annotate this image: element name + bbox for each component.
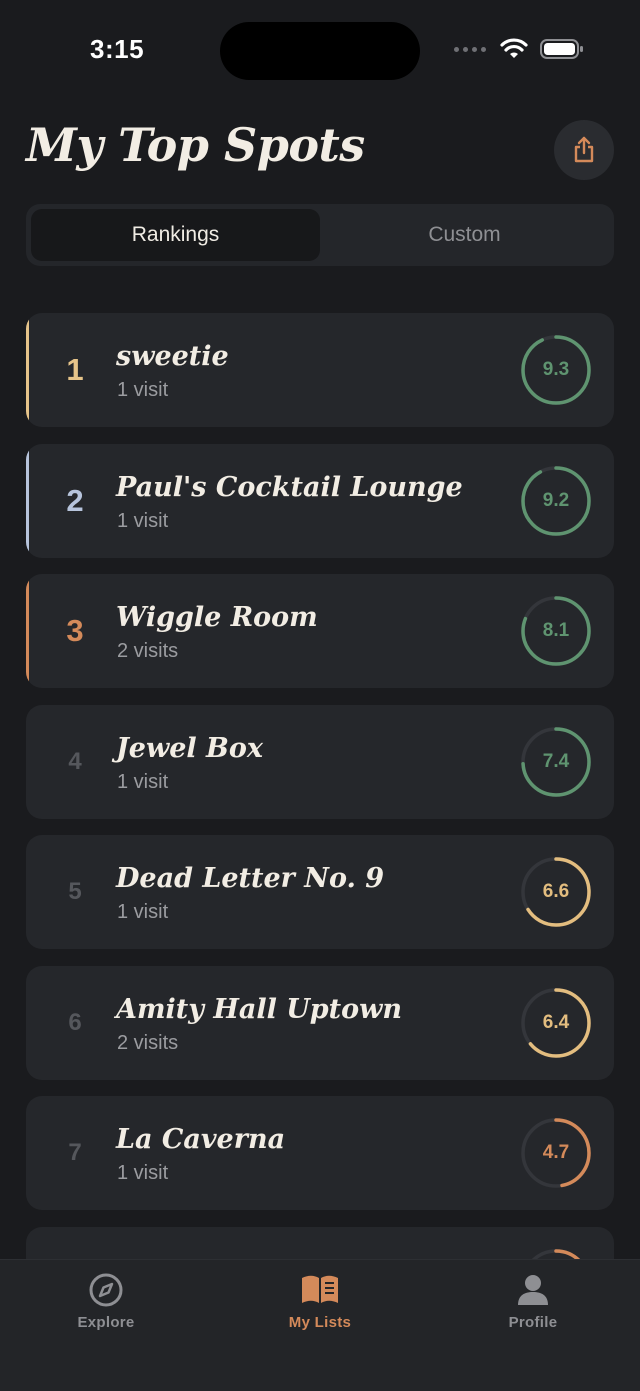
visit-count: 1 visit bbox=[117, 770, 169, 793]
person-icon bbox=[518, 1275, 548, 1305]
score-value: 6.4 bbox=[542, 1011, 570, 1033]
tab-my-lists-label: My Lists bbox=[288, 1314, 352, 1331]
signal-icon bbox=[454, 46, 486, 52]
visit-count: 1 visit bbox=[117, 901, 169, 923]
rank-number: 3 bbox=[66, 613, 84, 648]
tab-profile-label: Profile bbox=[508, 1314, 558, 1331]
spot-card[interactable]: 3 Wiggle Room 2 visits 8.1 bbox=[26, 574, 614, 688]
rank-number: 2 bbox=[66, 482, 84, 518]
score-value: 6.6 bbox=[542, 881, 570, 902]
score-ring: 6.6 bbox=[520, 856, 592, 928]
visit-count: 2 visits bbox=[117, 1031, 179, 1054]
visit-count: 1 visit bbox=[117, 509, 169, 532]
score-ring: 8.1 bbox=[520, 595, 592, 667]
dynamic-island bbox=[220, 22, 420, 80]
spot-card[interactable]: 1 sweetie 1 visit 9.3 bbox=[26, 313, 614, 427]
tab-explore-label: Explore bbox=[77, 1314, 135, 1331]
spot-card[interactable]: 4 Jewel Box 1 visit 7.4 bbox=[26, 704, 614, 819]
tab-profile[interactable]: Profile bbox=[473, 1272, 593, 1331]
spot-name: Amity Hall Uptown bbox=[116, 993, 403, 1025]
score-ring: 6.4 bbox=[520, 987, 592, 1059]
tab-rankings[interactable]: Rankings bbox=[31, 209, 320, 261]
rank-number: 5 bbox=[68, 878, 82, 905]
status-time: 3:15 bbox=[90, 34, 145, 64]
spot-name: sweetie bbox=[116, 341, 229, 372]
status-indicators bbox=[454, 38, 584, 60]
visit-count: 1 visit bbox=[117, 1162, 169, 1184]
rank-number: 7 bbox=[68, 1139, 82, 1166]
score-ring: 4.7 bbox=[520, 1117, 592, 1189]
spot-name: La Caverna bbox=[116, 1124, 286, 1155]
spot-card[interactable]: 7 La Caverna 1 visit 4.7 bbox=[26, 1096, 614, 1210]
page-title: My Top Spots bbox=[26, 118, 365, 172]
score-value: 9.3 bbox=[542, 359, 570, 380]
score-value: 4.7 bbox=[542, 1142, 570, 1163]
rank-number: 4 bbox=[68, 747, 82, 775]
score-ring: 7.4 bbox=[520, 726, 592, 798]
spot-name: Wiggle Room bbox=[116, 602, 318, 633]
rank-accent-bar bbox=[26, 574, 29, 688]
visit-count: 2 visits bbox=[117, 640, 179, 662]
rank-accent-bar bbox=[26, 313, 29, 427]
wifi-icon bbox=[500, 38, 528, 60]
compass-icon bbox=[89, 1273, 123, 1307]
tab-bar: Explore My Lists Profile bbox=[0, 1259, 640, 1391]
spot-card[interactable]: 2 Paul's Cocktail Lounge 1 visit 9.2 bbox=[26, 443, 614, 558]
share-icon bbox=[574, 136, 594, 163]
spot-name: Dead Letter No. 9 bbox=[116, 863, 385, 894]
book-icon bbox=[302, 1275, 338, 1303]
tab-custom[interactable]: Custom bbox=[320, 209, 609, 261]
rank-accent-bar bbox=[26, 443, 29, 558]
ranking-list: 1 sweetie 1 visit 9.3 2 Paul's Cocktail Loung… bbox=[26, 313, 614, 1357]
score-value: 8.1 bbox=[542, 620, 570, 641]
share-button[interactable] bbox=[554, 120, 614, 180]
tab-explore[interactable]: Explore bbox=[46, 1272, 166, 1331]
spot-card[interactable]: 5 Dead Letter No. 9 1 visit 6.6 bbox=[26, 835, 614, 949]
spot-card[interactable]: 6 Amity Hall Uptown 2 visits 6.4 bbox=[26, 965, 614, 1080]
app-screen: 3:15 My Top Spots Rankings Custom 1 swee… bbox=[0, 0, 640, 1391]
battery-icon bbox=[540, 38, 584, 60]
spot-name: Paul's Cocktail Lounge bbox=[116, 471, 463, 503]
spot-name: Jewel Box bbox=[116, 732, 263, 764]
tab-my-lists[interactable]: My Lists bbox=[260, 1272, 380, 1331]
rank-number: 6 bbox=[68, 1008, 82, 1036]
visit-count: 1 visit bbox=[117, 379, 169, 401]
rank-number: 1 bbox=[66, 352, 84, 387]
segmented-control: Rankings Custom bbox=[26, 204, 614, 266]
score-ring: 9.2 bbox=[520, 465, 592, 537]
score-ring: 9.3 bbox=[520, 334, 592, 406]
score-value: 9.2 bbox=[542, 489, 570, 511]
score-value: 7.4 bbox=[542, 750, 570, 772]
